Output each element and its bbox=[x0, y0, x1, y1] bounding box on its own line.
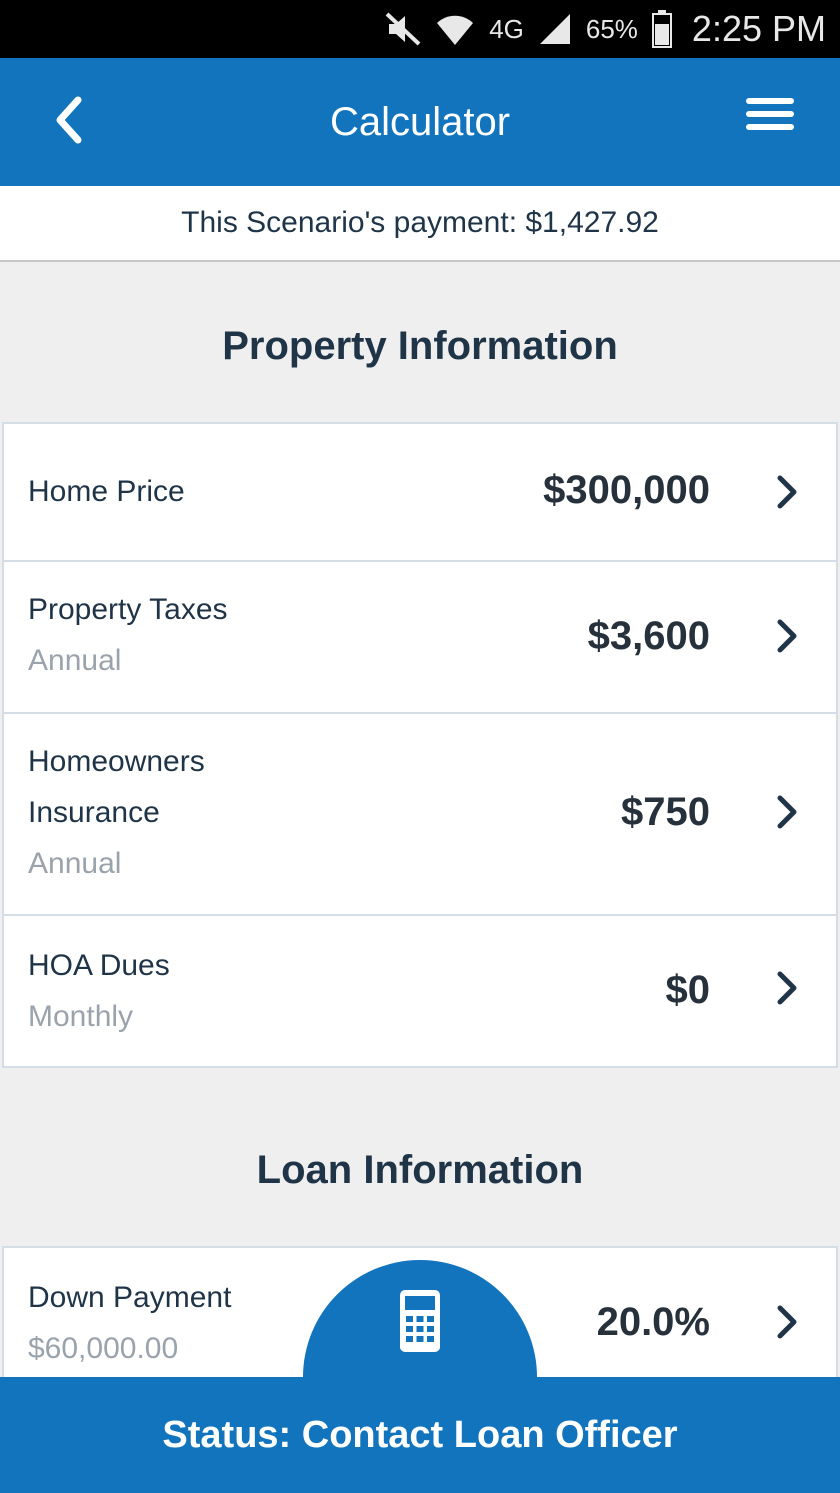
system-status-bar: 4G 65% 2:25 PM bbox=[0, 0, 840, 58]
loan-section-title: Loan Information bbox=[256, 1148, 584, 1192]
row-sublabel: Annual bbox=[28, 644, 122, 677]
row-hoa-dues[interactable]: HOA Dues Monthly $0 bbox=[4, 916, 836, 1066]
wifi-icon bbox=[435, 11, 475, 47]
back-button[interactable] bbox=[50, 92, 90, 148]
network-type: 4G bbox=[489, 13, 524, 44]
property-card: Home Price $300,000 Property Taxes Annua… bbox=[2, 422, 838, 1068]
chevron-right-icon bbox=[777, 475, 797, 509]
mute-icon bbox=[385, 12, 421, 46]
row-value: 20.0% bbox=[596, 1300, 710, 1344]
row-home-price[interactable]: Home Price $300,000 bbox=[4, 424, 836, 562]
row-label: Down Payment bbox=[28, 1281, 232, 1314]
chevron-right-icon bbox=[777, 619, 797, 653]
chevron-left-icon bbox=[56, 96, 82, 144]
scenario-payment-summary: This Scenario's payment: $1,427.92 bbox=[0, 186, 840, 262]
row-sublabel: Annual bbox=[28, 847, 122, 880]
row-sublabel: $60,000.00 bbox=[28, 1332, 179, 1365]
row-value: $3,600 bbox=[587, 614, 710, 658]
hamburger-menu-icon bbox=[746, 98, 794, 130]
property-section-title: Property Information bbox=[222, 324, 618, 368]
row-label: Property Taxes bbox=[28, 593, 228, 626]
chevron-right-icon bbox=[777, 1305, 797, 1339]
battery-percent: 65% bbox=[585, 13, 638, 44]
row-value: $750 bbox=[621, 790, 710, 834]
signal-icon bbox=[538, 12, 572, 46]
battery-icon bbox=[651, 10, 672, 48]
row-value: $0 bbox=[665, 968, 711, 1012]
chevron-right-icon bbox=[777, 795, 797, 829]
clock: 2:25 PM bbox=[691, 8, 826, 49]
row-sublabel: Monthly bbox=[28, 1000, 134, 1033]
loan-status-footer[interactable]: Status: Contact Loan Officer bbox=[0, 1377, 840, 1493]
app-header: Calculator bbox=[0, 58, 840, 186]
chevron-right-icon bbox=[777, 971, 797, 1005]
row-label: HOA Dues bbox=[28, 949, 170, 982]
row-property-taxes[interactable]: Property Taxes Annual $3,600 bbox=[4, 562, 836, 714]
menu-button[interactable] bbox=[746, 98, 794, 134]
page-title: Calculator bbox=[329, 99, 511, 144]
row-label-line1: Homeowners bbox=[28, 745, 205, 778]
row-label-line2: Insurance bbox=[28, 796, 160, 829]
row-label: Home Price bbox=[28, 475, 185, 508]
row-value: $300,000 bbox=[543, 468, 710, 512]
row-homeowners-insurance[interactable]: Homeowners Insurance Annual $750 bbox=[4, 714, 836, 916]
calculator-icon bbox=[400, 1290, 440, 1352]
